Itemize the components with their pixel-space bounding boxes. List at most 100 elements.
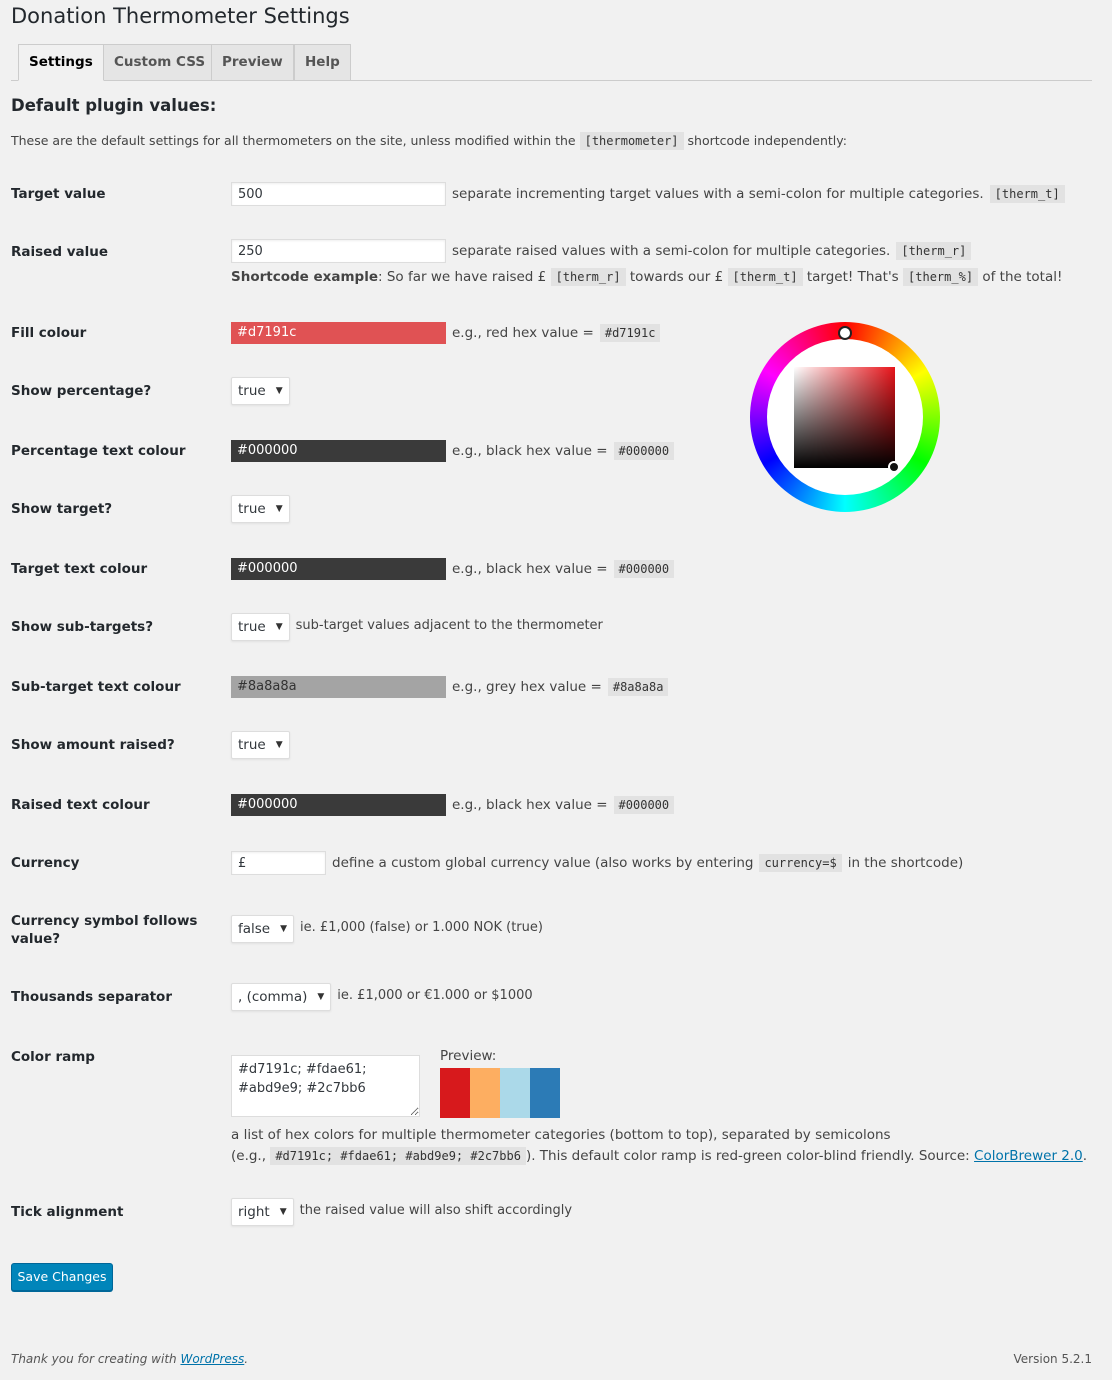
currency-note-post: in the shortcode) [847, 855, 964, 871]
raised-text-colour-input[interactable] [231, 794, 446, 816]
footer-thanks-text: Thank you for creating with [11, 1352, 177, 1366]
subtarget-text-colour-input[interactable] [231, 676, 446, 698]
percentage-text-colour-row: e.g., black hex value = #000000 [231, 440, 675, 462]
tick-alignment-select[interactable]: right ▼ [231, 1198, 294, 1226]
show-subtargets-row: true ▼ sub-target values adjacent to the… [231, 613, 603, 641]
show-percentage-select[interactable]: true ▼ [231, 377, 290, 405]
show-target-row: true ▼ [231, 495, 290, 523]
color-ramp-label: Color ramp [11, 1049, 95, 1065]
colorbrewer-link[interactable]: ColorBrewer 2.0 [974, 1148, 1083, 1164]
hue-handle[interactable] [838, 326, 852, 340]
target-text-colour-code: #000000 [613, 560, 675, 578]
show-amount-raised-value: true [238, 737, 266, 753]
dropdown-arrow-icon: ▼ [275, 386, 283, 396]
tab-bar: Settings Custom CSS Preview Help [0, 44, 1092, 81]
target-value-code: [therm_t] [989, 185, 1065, 203]
raised-text-colour-label: Raised text colour [11, 797, 150, 813]
currency-follows-row: false ▼ ie. £1,000 (false) or 1.000 NOK … [231, 915, 543, 943]
section-intro: These are the default settings for all t… [11, 132, 847, 150]
percentage-text-colour-code: #000000 [613, 442, 675, 460]
currency-input[interactable] [231, 851, 326, 875]
settings-page: Donation Thermometer Settings Settings C… [0, 0, 1112, 1380]
color-picker[interactable] [750, 322, 940, 512]
raised-value-label: Raised value [11, 244, 108, 260]
currency-follows-select[interactable]: false ▼ [231, 915, 295, 943]
raised-value-code: [therm_r] [896, 242, 972, 260]
fill-colour-input[interactable] [231, 322, 446, 344]
target-text-colour-label: Target text colour [11, 561, 148, 577]
show-target-label: Show target? [11, 501, 113, 517]
thousands-separator-select[interactable]: , (comma) ▼ [231, 983, 332, 1011]
color-swatch [530, 1068, 560, 1118]
show-amount-raised-label: Show amount raised? [11, 737, 175, 753]
footer-thanks-end: . [244, 1352, 249, 1366]
raised-value-input[interactable] [231, 239, 446, 263]
raised-text-colour-note: e.g., black hex value = [452, 797, 608, 813]
thousands-separator-note: ie. £1,000 or €1.000 or $1000 [337, 987, 533, 1003]
currency-row: define a custom global currency value (a… [231, 851, 963, 875]
dropdown-arrow-icon: ▼ [279, 1207, 287, 1217]
show-target-select[interactable]: true ▼ [231, 495, 290, 523]
save-changes-button[interactable]: Save Changes [11, 1263, 113, 1291]
currency-code: currency=$ [759, 854, 842, 872]
dropdown-arrow-icon: ▼ [317, 992, 325, 1002]
color-ramp-preview [440, 1068, 560, 1118]
color-ramp-desc-code: #d7191c; #fdae61; #abd9e9; #2c7bb6 [270, 1147, 526, 1165]
shortcode-example-code-3: [therm_%] [903, 268, 979, 286]
dropdown-arrow-icon: ▼ [275, 504, 283, 514]
target-value-label: Target value [11, 186, 106, 202]
color-ramp-desc-pre: (e.g., [231, 1148, 267, 1164]
tab-preview[interactable]: Preview [211, 44, 294, 81]
fill-colour-note: e.g., red hex value = [452, 325, 594, 341]
subtarget-text-colour-note: e.g., grey hex value = [452, 679, 602, 695]
show-percentage-label: Show percentage? [11, 383, 152, 399]
show-subtargets-note: sub-target values adjacent to the thermo… [295, 617, 603, 633]
target-value-row: separate incrementing target values with… [231, 182, 1065, 206]
subtarget-text-colour-label: Sub-target text colour [11, 679, 181, 695]
raised-value-row: separate raised values with a semi-colon… [231, 239, 972, 263]
tab-help[interactable]: Help [294, 44, 351, 81]
shortcode-example-text-2: towards our £ [629, 269, 724, 285]
color-swatch [440, 1068, 470, 1118]
show-subtargets-value: true [238, 619, 266, 635]
percentage-text-colour-label: Percentage text colour [11, 443, 186, 459]
color-ramp-description-line1: a list of hex colors for multiple thermo… [231, 1127, 891, 1143]
currency-follows-value: false [238, 921, 271, 937]
shortcode-example-text-3: target! That's [806, 269, 899, 285]
show-amount-raised-row: true ▼ [231, 731, 290, 759]
show-subtargets-label: Show sub-targets? [11, 619, 154, 635]
color-swatch [470, 1068, 500, 1118]
tab-custom-css[interactable]: Custom CSS [103, 44, 217, 81]
color-ramp-description-line2: (e.g., #d7191c; #fdae61; #abd9e9; #2c7bb… [231, 1147, 1087, 1165]
footer-version: Version 5.2.1 [1013, 1352, 1092, 1366]
intro-text-pre: These are the default settings for all t… [11, 133, 576, 148]
color-swatch [500, 1068, 530, 1118]
shortcode-example-text-1: : So far we have raised £ [378, 269, 547, 285]
saturation-square[interactable] [794, 367, 895, 468]
tick-alignment-label: Tick alignment [11, 1204, 124, 1220]
percentage-text-colour-input[interactable] [231, 440, 446, 462]
dropdown-arrow-icon: ▼ [280, 924, 288, 934]
show-percentage-value: true [238, 383, 266, 399]
footer-thanks: Thank you for creating with WordPress. [11, 1352, 248, 1366]
section-heading: Default plugin values: [11, 96, 217, 115]
fill-colour-code: #d7191c [599, 324, 661, 342]
currency-follows-note: ie. £1,000 (false) or 1.000 NOK (true) [300, 919, 543, 935]
tick-alignment-row: right ▼ the raised value will also shift… [231, 1198, 572, 1226]
target-text-colour-input[interactable] [231, 558, 446, 580]
show-subtargets-select[interactable]: true ▼ [231, 613, 290, 641]
target-text-colour-note: e.g., black hex value = [452, 561, 608, 577]
shortcode-example-code-2: [therm_t] [727, 268, 803, 286]
show-percentage-row: true ▼ [231, 377, 290, 405]
fill-colour-label: Fill colour [11, 325, 87, 341]
color-ramp-textarea[interactable]: #d7191c; #fdae61; #abd9e9; #2c7bb6 [231, 1055, 420, 1117]
saturation-handle[interactable] [888, 461, 900, 473]
currency-note-pre: define a custom global currency value (a… [332, 855, 754, 871]
raised-text-colour-code: #000000 [613, 796, 675, 814]
show-amount-raised-select[interactable]: true ▼ [231, 731, 290, 759]
tab-settings[interactable]: Settings [18, 44, 104, 81]
subtarget-text-colour-code: #8a8a8a [607, 678, 669, 696]
wordpress-link[interactable]: WordPress [180, 1352, 244, 1366]
color-ramp-desc-mid: ). This default color ramp is red-green … [525, 1148, 970, 1164]
target-value-input[interactable] [231, 182, 446, 206]
